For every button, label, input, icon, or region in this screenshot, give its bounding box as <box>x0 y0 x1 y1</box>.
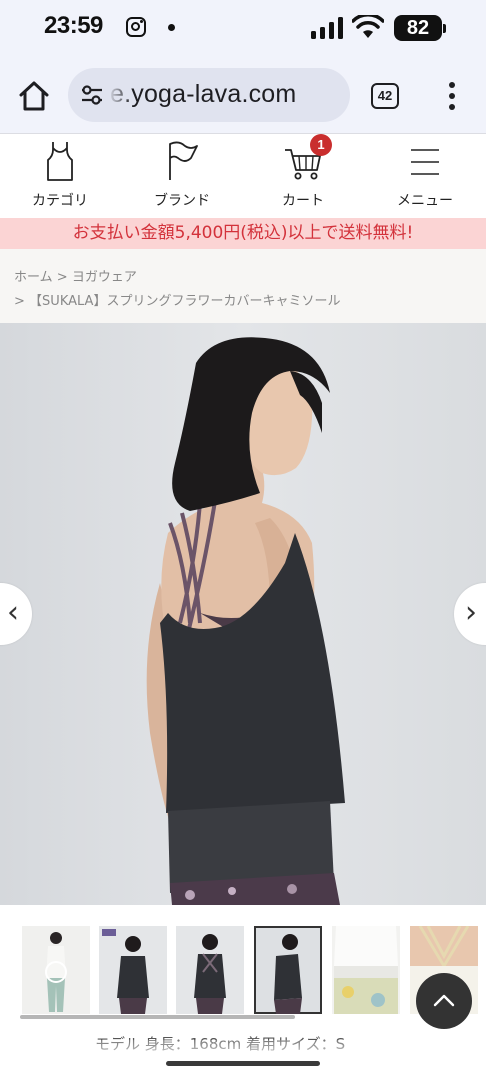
flag-icon <box>169 141 198 180</box>
thumbnail[interactable] <box>176 926 244 1014</box>
product-image-slider[interactable]: ‹ › <box>0 323 486 905</box>
breadcrumb-category[interactable]: ヨガウェア <box>72 270 137 285</box>
product-photo <box>0 323 486 905</box>
url-fade <box>108 68 132 122</box>
scroll-to-top-button[interactable] <box>416 973 472 1029</box>
breadcrumb-separator-arrow: > <box>56 270 68 285</box>
bottom-fade <box>0 1040 486 1080</box>
mobile-page: 23:59 82 e.yoga-lava.com 42 カテゴリ ブランド カー… <box>0 0 486 1080</box>
nav-menu-label: メニュー <box>397 193 453 209</box>
breadcrumb-separator-arrow: > <box>14 294 25 309</box>
site-header-nav: カテゴリ ブランド カート 1 メニュー <box>0 134 486 218</box>
tab-switcher-icon[interactable]: 42 <box>371 83 399 109</box>
address-bar[interactable]: e.yoga-lava.com <box>68 68 350 122</box>
thumbnail[interactable] <box>99 926 167 1014</box>
free-shipping-banner: お支払い金額5,400円(税込)以上で送料無料! <box>0 218 486 249</box>
breadcrumb-row: > 【SUKALA】スプリングフラワーカバーキャミソール <box>14 290 340 309</box>
breadcrumb-current: 【SUKALA】スプリングフラワーカバーキャミソール <box>29 294 341 309</box>
wifi-icon <box>352 15 384 38</box>
more-menu-icon[interactable] <box>440 80 464 112</box>
thumbnail[interactable] <box>22 926 90 1014</box>
nav-menu[interactable]: メニュー <box>365 134 485 218</box>
hamburger-menu-icon <box>411 149 439 175</box>
cart-count-badge: 1 <box>310 134 332 156</box>
nav-brand-label: ブランド <box>154 193 210 209</box>
status-time: 23:59 <box>44 12 103 39</box>
nav-category[interactable]: カテゴリ <box>0 134 120 218</box>
thumbnail-photo <box>334 926 398 1014</box>
breadcrumb-row: ホーム > ヨガウェア <box>14 266 137 285</box>
breadcrumb: ホーム > ヨガウェア > 【SUKALA】スプリングフラワーカバーキャミソール <box>0 249 486 323</box>
thumbnail-scrollbar[interactable] <box>20 1015 295 1019</box>
thumbnail-photo <box>274 934 302 1014</box>
dot-icon <box>168 24 175 31</box>
thumbnail-active[interactable] <box>254 926 322 1014</box>
thumbnail[interactable] <box>332 926 400 1014</box>
thumbnail-photo <box>45 932 67 1012</box>
signal-icon <box>311 17 343 39</box>
chevron-right-icon: › <box>465 595 477 630</box>
nav-category-label: カテゴリ <box>32 193 88 209</box>
battery-icon: 82 <box>394 15 446 41</box>
browser-toolbar: e.yoga-lava.com 42 <box>0 56 486 134</box>
home-icon[interactable] <box>16 78 52 114</box>
chevron-left-icon: ‹ <box>7 595 19 630</box>
nav-cart-label: カート <box>282 193 324 209</box>
thumbnail-photo <box>102 929 149 1014</box>
breadcrumb-home[interactable]: ホーム <box>14 270 53 285</box>
chevron-up-icon <box>433 994 455 1007</box>
url-text[interactable]: e.yoga-lava.com <box>110 80 296 109</box>
instagram-icon <box>126 17 146 37</box>
thumbnail-strip <box>0 905 486 1033</box>
home-indicator[interactable] <box>166 1061 320 1066</box>
site-settings-icon[interactable] <box>80 83 104 107</box>
nav-brand[interactable]: ブランド <box>122 134 242 218</box>
status-bar: 23:59 82 <box>0 0 486 56</box>
nav-cart[interactable]: カート <box>243 134 363 218</box>
tank-top-icon <box>47 142 73 181</box>
thumbnail-photo <box>194 934 226 1014</box>
